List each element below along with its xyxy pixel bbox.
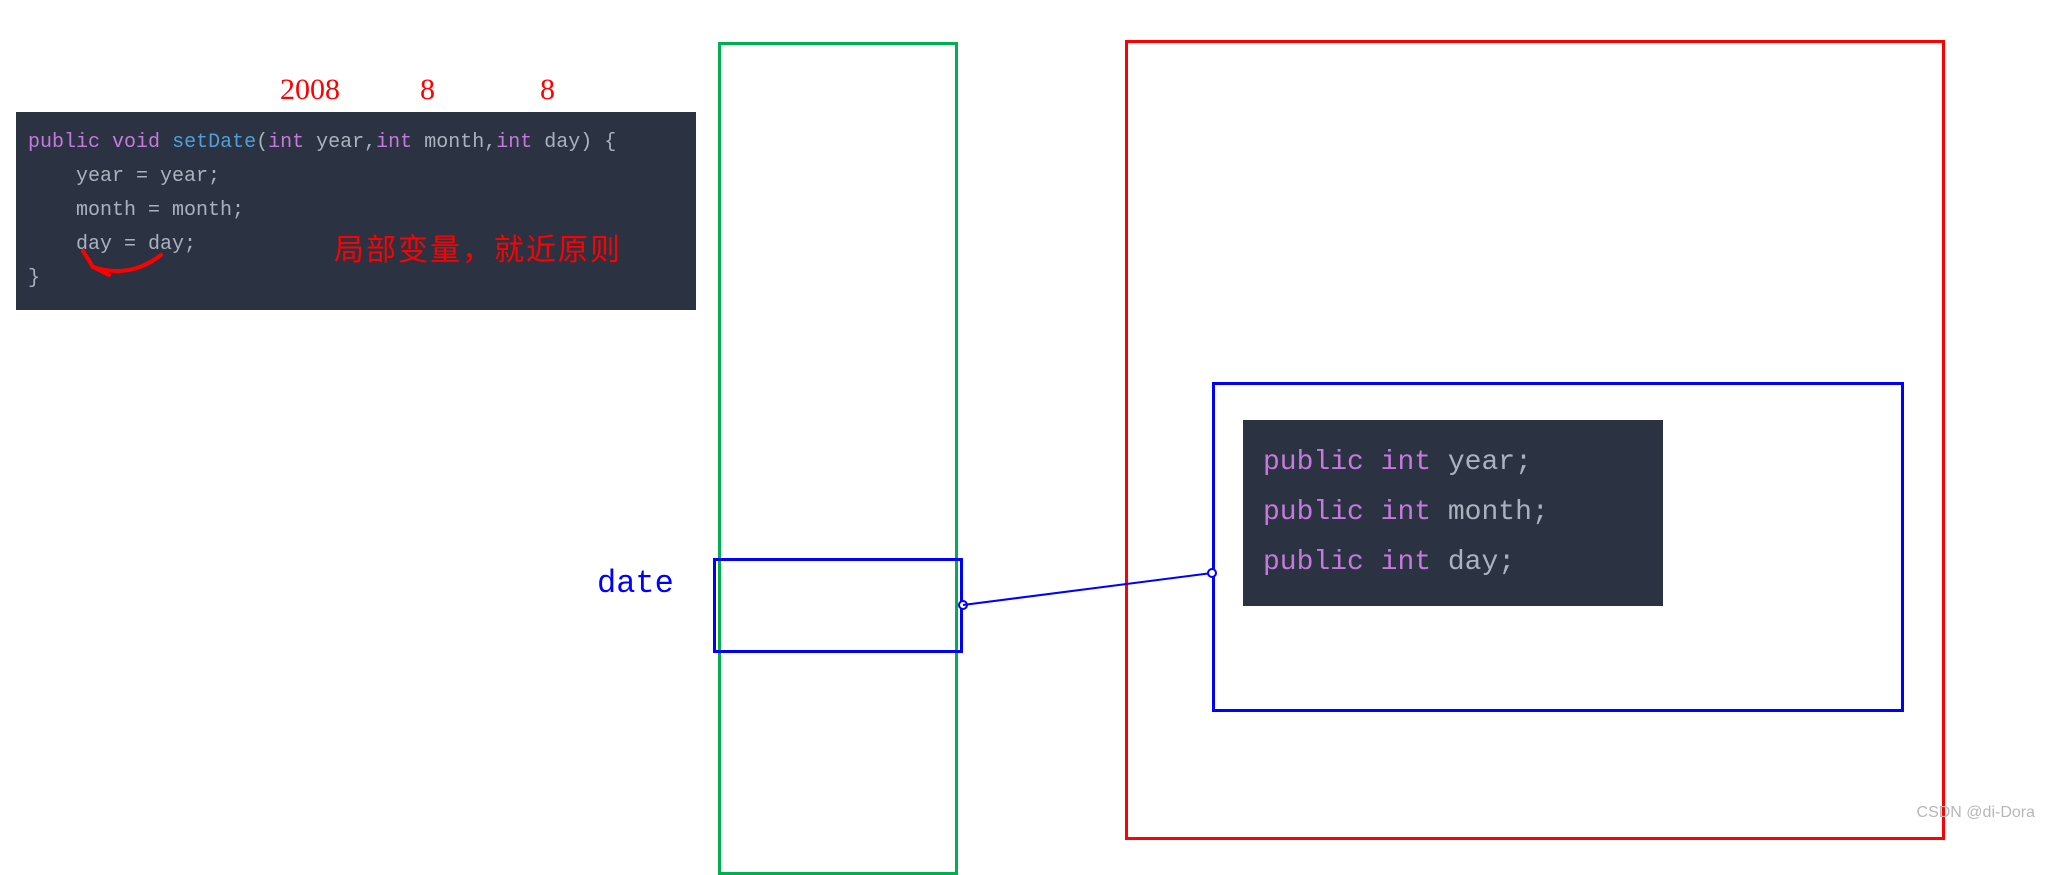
diagram-canvas: 2008 8 8 public void setDate(int year,in…	[0, 0, 2053, 828]
keyword-public: public	[1263, 447, 1364, 478]
keyword-int: int	[496, 131, 532, 154]
stmt-month-assign: month = month;	[76, 199, 244, 222]
watermark-text: CSDN @di-Dora	[1917, 804, 2035, 822]
stmt-year-assign: year = year;	[76, 165, 220, 188]
function-name-setdate: setDate	[172, 131, 256, 154]
field-month: month;	[1448, 497, 1549, 528]
annotation-month-value: 8	[420, 73, 435, 107]
code-block-setdate: public void setDate(int year,int month,i…	[16, 112, 696, 310]
annotation-day-value: 8	[540, 73, 555, 107]
annotation-year-value: 2008	[280, 73, 340, 107]
param-month: month	[424, 131, 484, 154]
comma: ,	[484, 131, 496, 154]
param-day: day	[544, 131, 580, 154]
keyword-int: int	[1381, 497, 1431, 528]
reference-slot-box	[713, 558, 963, 653]
label-date-variable: date	[597, 565, 674, 602]
comma: ,	[364, 131, 376, 154]
keyword-int: int	[1381, 547, 1431, 578]
keyword-int: int	[1381, 447, 1431, 478]
keyword-public: public	[28, 131, 100, 154]
keyword-public: public	[1263, 547, 1364, 578]
brace-close: }	[28, 267, 40, 290]
code-block-fields: public int year; public int month; publi…	[1243, 420, 1663, 606]
stack-memory-box	[718, 42, 958, 875]
field-year: year;	[1448, 447, 1532, 478]
stmt-day-assign: day = day;	[76, 233, 196, 256]
paren-close-brace: ) {	[580, 131, 616, 154]
annotation-local-variable-principle: 局部变量，就近原则	[334, 225, 622, 269]
field-day: day;	[1448, 547, 1515, 578]
keyword-int: int	[268, 131, 304, 154]
param-year: year	[316, 131, 364, 154]
keyword-int: int	[376, 131, 412, 154]
paren-open: (	[256, 131, 268, 154]
keyword-public: public	[1263, 497, 1364, 528]
keyword-void: void	[112, 131, 160, 154]
